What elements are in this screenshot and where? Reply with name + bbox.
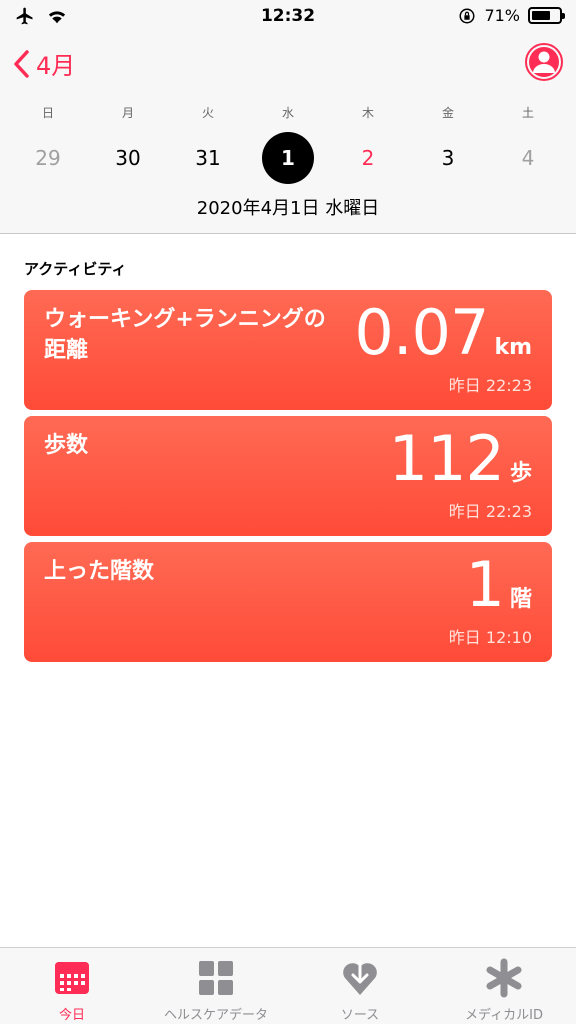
date-number: 2	[361, 146, 375, 170]
date-cell[interactable]: 4	[488, 132, 568, 184]
weekday-label: 木	[361, 106, 374, 120]
weekday-label: 土	[521, 106, 534, 120]
card-timestamp: 昨日 22:23	[448, 502, 532, 521]
grid-icon	[199, 961, 233, 995]
date-number: 1	[262, 132, 314, 184]
battery-icon	[528, 7, 565, 24]
date-cell[interactable]: 31	[168, 132, 248, 184]
date-cell[interactable]: 3	[408, 132, 488, 184]
weekday-label: 火	[201, 106, 214, 120]
card-unit: 階	[509, 587, 532, 612]
tab-label: ヘルスケアデータ	[163, 1008, 268, 1023]
battery-percent: 71%	[484, 6, 520, 25]
date-number: 29	[35, 146, 61, 170]
section-title: アクティビティ	[24, 260, 127, 278]
calendar-icon	[55, 962, 89, 994]
date-cell-today[interactable]: 2	[328, 132, 408, 184]
profile-icon[interactable]	[524, 42, 564, 82]
status-bar: 12:32 71%	[0, 0, 576, 34]
card-title: ウォーキング+ランニングの距離	[44, 307, 326, 363]
card-number: 1	[465, 548, 505, 621]
calendar-header: 4月 日 月 火 水 木 金 土 29 30 31 1 2 3 4 2020年4…	[0, 34, 576, 234]
back-label: 4月	[36, 52, 76, 80]
weekday-label: 金	[441, 106, 454, 120]
back-button[interactable]: 4月	[12, 46, 75, 81]
tab-medical-id[interactable]: メディカルID	[432, 948, 576, 1024]
tab-label: メディカルID	[465, 1008, 543, 1023]
card-unit: km	[494, 335, 532, 360]
status-right: 71%	[458, 6, 565, 25]
rotation-lock-icon	[459, 8, 475, 23]
date-number: 30	[115, 146, 141, 170]
asterisk-icon	[486, 958, 522, 998]
card-value: 112 歩	[389, 422, 532, 495]
chevron-left-icon	[14, 49, 29, 78]
activity-card-distance[interactable]: ウォーキング+ランニングの距離 0.07 km 昨日 22:23	[24, 290, 552, 410]
date-cell-selected[interactable]: 1	[248, 132, 328, 184]
card-unit: 歩	[509, 461, 532, 486]
date-number: 3	[441, 146, 455, 170]
tab-sources[interactable]: ソース	[288, 948, 432, 1024]
card-value: 0.07 km	[354, 296, 532, 369]
card-number: 0.07	[354, 296, 489, 369]
date-number: 4	[521, 146, 535, 170]
selected-date-label: 2020年4月1日 水曜日	[196, 198, 380, 219]
weekday-label: 日	[41, 106, 54, 120]
activity-card-steps[interactable]: 歩数 112 歩 昨日 22:23	[24, 416, 552, 536]
heart-download-icon	[343, 960, 377, 995]
battery-level	[532, 11, 551, 20]
tab-bar: 今日 ヘルスケアデータ ソース メディカルID	[0, 947, 576, 1024]
activity-card-flights[interactable]: 上った階数 1 階 昨日 12:10	[24, 542, 552, 662]
date-cell[interactable]: 30	[88, 132, 168, 184]
date-number: 31	[195, 146, 221, 170]
card-timestamp: 昨日 22:23	[448, 376, 532, 395]
weekday-row: 日 月 火 水 木 金 土	[8, 104, 568, 121]
tab-label: ソース	[340, 1008, 380, 1023]
card-number: 112	[388, 422, 505, 495]
card-timestamp: 昨日 12:10	[448, 628, 532, 647]
weekday-label: 月	[121, 106, 134, 120]
card-title: 歩数	[44, 433, 89, 458]
tab-today[interactable]: 今日	[0, 948, 144, 1024]
date-row: 29 30 31 1 2 3 4	[8, 132, 568, 184]
date-cell[interactable]: 29	[8, 132, 88, 184]
card-value: 1 階	[466, 548, 532, 621]
tab-label: 今日	[58, 1008, 85, 1023]
tab-health-data[interactable]: ヘルスケアデータ	[144, 948, 288, 1024]
card-title: 上った階数	[44, 559, 155, 584]
weekday-label: 水	[281, 106, 294, 120]
